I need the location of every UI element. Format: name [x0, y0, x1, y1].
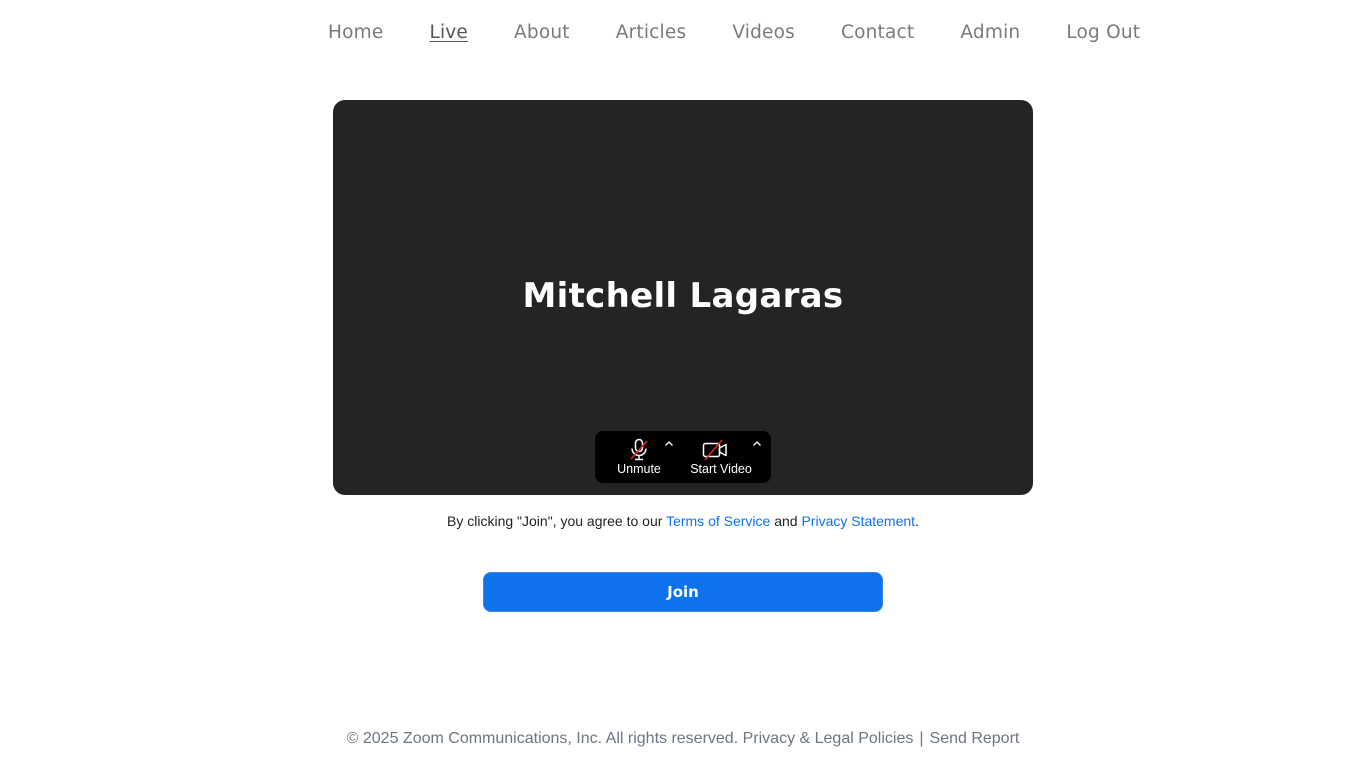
participant-display-name: Mitchell Lagaras	[522, 276, 844, 316]
nav-item-videos[interactable]: Videos	[732, 22, 795, 43]
unmute-label: Unmute	[617, 462, 661, 476]
terms-of-service-link[interactable]: Terms of Service	[666, 513, 770, 529]
nav-item-articles[interactable]: Articles	[616, 22, 687, 43]
start-video-button[interactable]: Start Video	[683, 431, 771, 483]
nav-item-log-out[interactable]: Log Out	[1066, 22, 1140, 43]
top-navigation: Home Live About Articles Videos Contact …	[328, 18, 1140, 46]
footer-separator: |	[919, 730, 924, 747]
nav-item-home[interactable]: Home	[328, 22, 383, 43]
footer: © 2025 Zoom Communications, Inc. All rig…	[0, 730, 1366, 748]
preview-controls-bar: Unmute Start Video	[595, 431, 771, 483]
privacy-statement-link[interactable]: Privacy Statement	[801, 513, 915, 529]
mic-muted-icon	[630, 438, 648, 461]
send-report-link[interactable]: Send Report	[930, 730, 1020, 747]
start-video-label: Start Video	[690, 462, 752, 476]
audio-options-chevron-up-icon[interactable]	[662, 437, 676, 451]
join-button[interactable]: Join	[483, 572, 883, 612]
agreement-prefix: By clicking "Join", you agree to our	[447, 513, 667, 529]
agreement-suffix: .	[915, 513, 919, 529]
nav-item-about[interactable]: About	[514, 22, 570, 43]
join-agreement-text: By clicking "Join", you agree to our Ter…	[333, 513, 1033, 529]
nav-item-admin[interactable]: Admin	[960, 22, 1020, 43]
agreement-middle: and	[770, 513, 802, 529]
video-off-icon	[702, 439, 727, 461]
unmute-button[interactable]: Unmute	[595, 431, 683, 483]
nav-item-live[interactable]: Live	[429, 22, 468, 43]
privacy-legal-policies-link[interactable]: Privacy & Legal Policies	[743, 730, 914, 747]
video-options-chevron-up-icon[interactable]	[750, 437, 764, 451]
video-preview-panel: Mitchell Lagaras Unmute Start Video	[333, 100, 1033, 495]
footer-copyright: © 2025 Zoom Communications, Inc. All rig…	[346, 730, 739, 747]
nav-item-contact[interactable]: Contact	[841, 22, 914, 43]
